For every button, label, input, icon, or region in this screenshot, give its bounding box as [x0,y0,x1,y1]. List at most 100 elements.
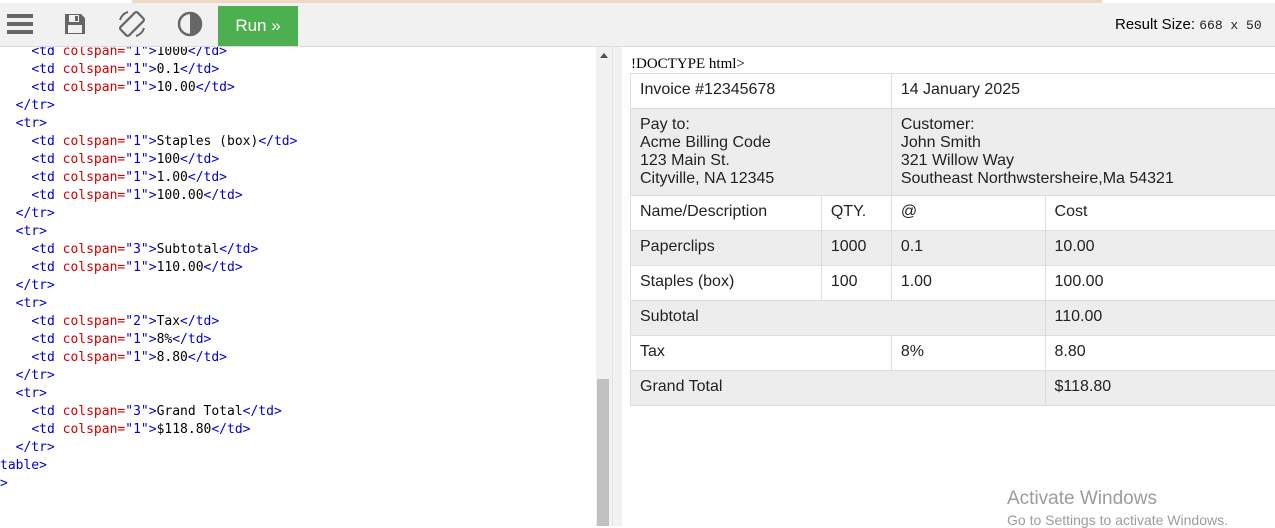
code-token: "2" [125,314,148,329]
code-token: colspan= [63,170,126,185]
code-token: table> [0,458,47,473]
code-token: <tr> [16,296,47,311]
header-name: Name/Description [631,196,822,231]
code-token: </td> [219,242,258,257]
code-token [0,332,31,347]
item-cost: 100.00 [1045,266,1275,301]
code-line[interactable]: </tr> [0,97,297,115]
rotate-icon[interactable] [117,9,147,39]
code-token: "1" [125,152,148,167]
subtotal-label: Subtotal [631,301,1046,336]
grand-total-label: Grand Total [631,371,1046,406]
code-token: "1" [125,422,148,437]
code-line[interactable]: <td colspan="1">8.80</td> [0,349,297,367]
code-token: </td> [204,188,243,203]
run-button[interactable]: Run » [218,6,298,46]
pay-to-street: 123 Main St. [640,152,882,170]
code-line[interactable]: <td colspan="3">Subtotal</td> [0,241,297,259]
code-token: Tax [157,314,180,329]
code-line[interactable]: <td colspan="1">10.00</td> [0,79,297,97]
code-token: Subtotal [157,242,220,257]
code-token: colspan= [63,47,126,59]
code-token: </td> [196,80,235,95]
code-token: colspan= [63,260,126,275]
code-line[interactable]: </tr> [0,205,297,223]
code-content[interactable]: <td colspan="1">1000</td> <td colspan="1… [0,47,297,493]
code-token: </tr> [16,206,55,221]
contrast-icon[interactable] [175,9,205,39]
code-token: > [149,134,157,149]
code-line[interactable]: <td colspan="1">1.00</td> [0,169,297,187]
result-size-label: Result Size: [1115,16,1195,33]
code-token: "1" [125,62,148,77]
code-token: </td> [211,422,250,437]
code-token: "1" [125,170,148,185]
code-line[interactable]: <td colspan="1">Staples (box)</td> [0,133,297,151]
editor-scrollbar[interactable] [596,47,612,526]
item-name: Staples (box) [631,266,822,301]
code-line[interactable]: </tr> [0,367,297,385]
code-token [0,260,31,275]
code-token [0,62,31,77]
code-token: <td [31,80,62,95]
code-token: Staples (box) [157,134,259,149]
code-line[interactable]: > [0,475,297,493]
code-token: "1" [125,80,148,95]
customer-city: Southeast Northwstersheire,Ma 54321 [901,170,1275,188]
code-token: "1" [125,260,148,275]
code-line[interactable]: <tr> [0,223,297,241]
code-token: colspan= [63,404,126,419]
code-token [0,422,31,437]
item-name: Paperclips [631,231,822,266]
code-token: 100.00 [157,188,204,203]
code-line[interactable]: <tr> [0,115,297,133]
code-token: 8% [157,332,173,347]
result-size-display: Result Size: 668 x 50 [1115,16,1262,33]
code-token: </td> [258,134,297,149]
code-line[interactable]: <td colspan="1">8%</td> [0,331,297,349]
customer-street: 321 Willow Way [901,152,1275,170]
code-line[interactable]: <td colspan="1">100.00</td> [0,187,297,205]
code-token [0,47,31,59]
code-token: <td [31,350,62,365]
code-line[interactable]: </tr> [0,439,297,457]
customer-name: John Smith [901,134,1275,152]
code-token: > [0,476,8,491]
code-token: <td [31,314,62,329]
code-line[interactable]: <td colspan="1">1000</td> [0,47,297,61]
code-token: <tr> [16,386,47,401]
code-line[interactable]: <td colspan="2">Tax</td> [0,313,297,331]
code-token: </tr> [16,278,55,293]
code-line[interactable]: <td colspan="1">0.1</td> [0,61,297,79]
code-token: <td [31,260,62,275]
code-token: > [149,80,157,95]
scroll-up-icon[interactable] [600,53,608,58]
code-editor[interactable]: <td colspan="1">1000</td> <td colspan="1… [0,47,596,526]
save-icon[interactable] [60,9,90,39]
menu-icon[interactable] [5,9,35,39]
code-token: <td [31,47,62,59]
code-token [0,314,31,329]
scrollbar-thumb[interactable] [597,379,609,526]
code-token: > [149,47,157,59]
code-line[interactable]: <td colspan="3">Grand Total</td> [0,403,297,421]
code-token: 100 [157,152,180,167]
code-line[interactable]: <tr> [0,385,297,403]
code-line[interactable]: table> [0,457,297,475]
code-token: </td> [180,152,219,167]
code-line[interactable]: <td colspan="1">110.00</td> [0,259,297,277]
code-line[interactable]: <td colspan="1">$118.80</td> [0,421,297,439]
pay-to-name: Acme Billing Code [640,134,882,152]
code-token: "1" [125,134,148,149]
code-token: </tr> [16,98,55,113]
code-line[interactable]: <tr> [0,295,297,313]
code-line[interactable]: <td colspan="1">100</td> [0,151,297,169]
result-pane: !DOCTYPE html> Invoice #12345678 14 Janu… [622,47,1275,526]
code-token [0,368,16,383]
customer-label: Customer: [901,116,1275,134]
code-line[interactable]: </tr> [0,277,297,295]
activate-windows-title: Activate Windows [1007,488,1157,510]
code-token: > [149,314,157,329]
code-token: </tr> [16,368,55,383]
pay-to-city: Cityville, NA 12345 [640,170,882,188]
